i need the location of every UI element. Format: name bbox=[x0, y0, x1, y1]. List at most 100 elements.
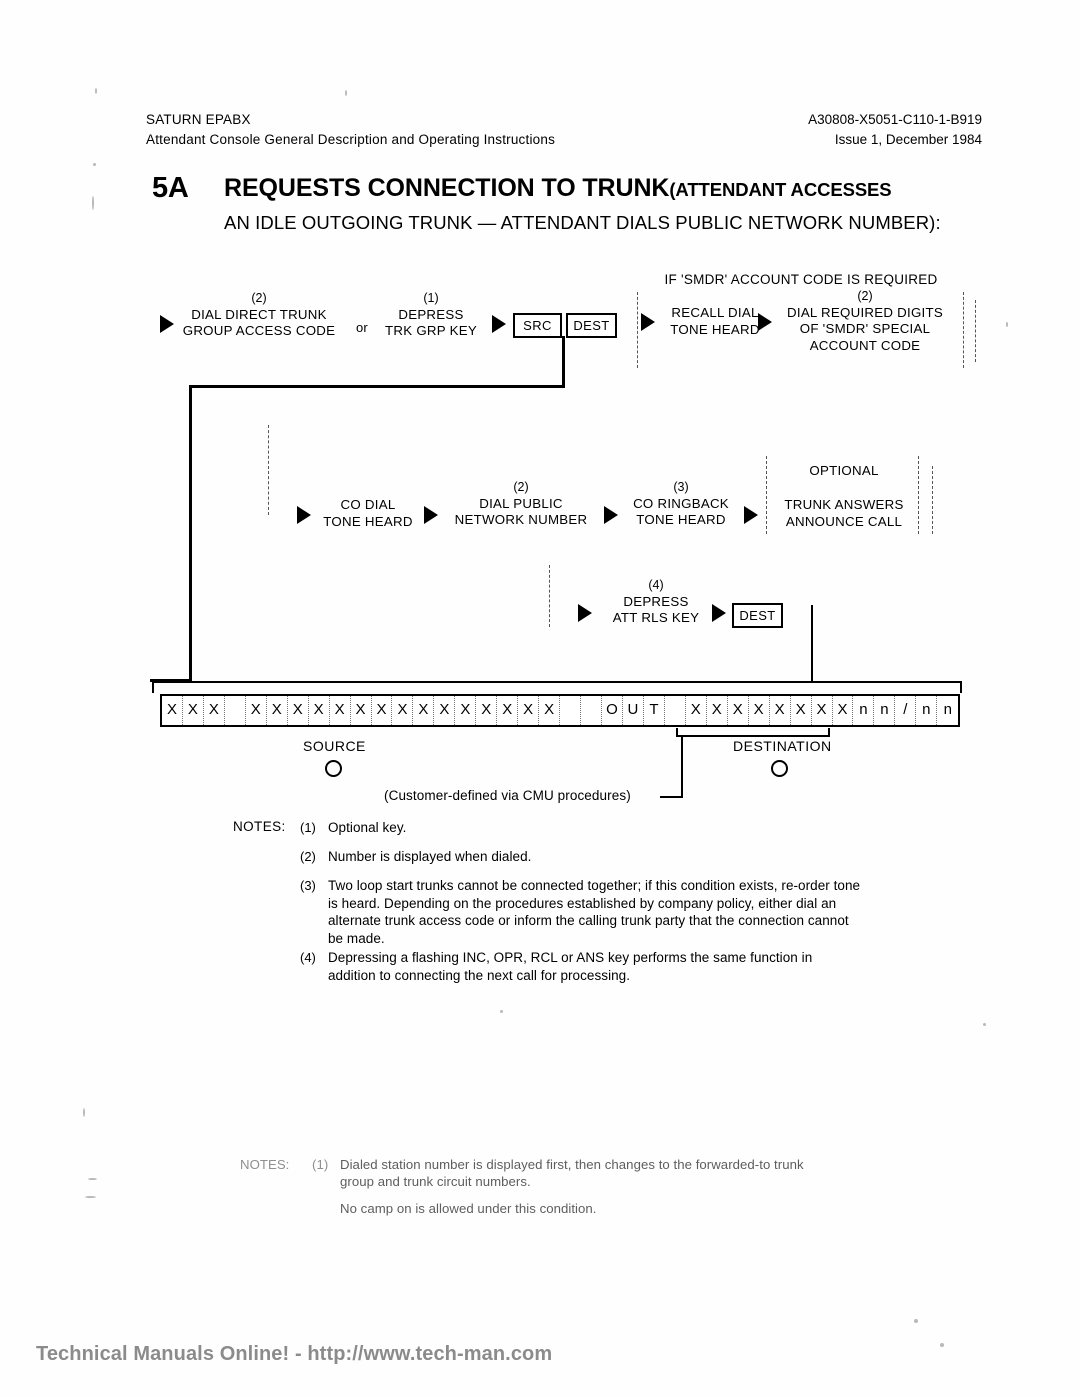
scan-speck bbox=[85, 1196, 96, 1198]
arrow-marker-co-ringback bbox=[604, 506, 618, 524]
step-dial-smdr-digits: (2) DIAL REQUIRED DIGITS OF 'SMDR' SPECI… bbox=[774, 288, 956, 354]
section-number: 5A bbox=[152, 172, 189, 204]
display-cell: X bbox=[288, 696, 309, 725]
connector-dest-down bbox=[562, 336, 565, 388]
step-co-dial-tone: CO DIAL TONE HEARD bbox=[313, 497, 423, 530]
ghost-notes-line1: Dialed station number is displayed first… bbox=[340, 1157, 804, 1172]
display-cell: T bbox=[644, 696, 665, 725]
header-document-number: A30808-X5051-C110-1-B919 bbox=[808, 112, 982, 127]
footer-watermark: Technical Manuals Online! - http://www.t… bbox=[36, 1343, 553, 1365]
display-cell bbox=[581, 696, 603, 725]
header-issue-date: Issue 1, December 1984 bbox=[834, 132, 982, 147]
step-att-rls-note: (4) bbox=[648, 578, 664, 592]
step-co-ringback-line2: TONE HEARD bbox=[636, 512, 726, 527]
step-smdr-digits-note: (2) bbox=[857, 289, 873, 303]
scan-speck bbox=[95, 88, 97, 94]
display-cell: X bbox=[372, 696, 393, 725]
note-text-4: Depressing a flashing INC, OPR, RCL or A… bbox=[328, 950, 813, 983]
step-co-dial-line1: CO DIAL bbox=[340, 497, 396, 512]
key-dest[interactable]: DEST bbox=[566, 313, 617, 338]
cmu-bracket-leader bbox=[660, 796, 683, 798]
display-cell: X bbox=[770, 696, 791, 725]
scan-speck bbox=[93, 163, 96, 166]
connector-down-to-display bbox=[189, 385, 192, 682]
step-recall-dial-tone: RECALL DIAL TONE HEARD bbox=[657, 305, 773, 338]
note-number-1: (1) bbox=[300, 820, 316, 835]
row2-divider-optional-right bbox=[918, 456, 919, 534]
row2-divider-left bbox=[268, 425, 269, 515]
step-dial-direct-trunk-note: (2) bbox=[251, 291, 267, 305]
page-title: REQUESTS CONNECTION TO TRUNK(ATTENDANT A… bbox=[224, 174, 892, 203]
step-recall-dial-line1: RECALL DIAL bbox=[671, 305, 759, 320]
arrow-marker-trunk-answers bbox=[744, 506, 758, 524]
display-cell: n bbox=[853, 696, 875, 725]
page-subtitle: AN IDLE OUTGOING TRUNK — ATTENDANT DIALS… bbox=[224, 212, 941, 233]
connector-dest-left bbox=[189, 385, 565, 388]
source-label: SOURCE bbox=[303, 738, 366, 754]
destination-label: DESTINATION bbox=[733, 738, 832, 754]
scan-speck bbox=[92, 196, 94, 210]
smdr-condition-header: IF 'SMDR' ACCOUNT CODE IS REQUIRED bbox=[664, 272, 938, 287]
optional-header: OPTIONAL bbox=[809, 463, 879, 478]
smdr-divider-left bbox=[637, 292, 638, 368]
ghost-notes-number: (1) bbox=[312, 1157, 329, 1172]
arrow-marker-recall-dial bbox=[641, 313, 655, 331]
header-left: SATURN EPABX Attendant Console General D… bbox=[146, 110, 555, 150]
display-cell: U bbox=[623, 696, 644, 725]
step-smdr-digits-line1: DIAL REQUIRED DIGITS bbox=[787, 304, 943, 320]
step-trunk-answers-line1: TRUNK ANSWERS bbox=[784, 497, 904, 512]
arrow-marker-co-dial bbox=[297, 506, 311, 524]
step-smdr-digits-line3: ACCOUNT CODE bbox=[809, 337, 921, 353]
ghost-notes-line3: No camp on is allowed under this conditi… bbox=[340, 1201, 597, 1216]
step-dial-direct-trunk-line2: GROUP ACCESS CODE bbox=[182, 323, 336, 338]
display-cell bbox=[560, 696, 582, 725]
row2-divider-far-right bbox=[932, 466, 933, 534]
display-cell: X bbox=[476, 696, 498, 725]
step-dial-direct-trunk: (2) DIAL DIRECT TRUNK GROUP ACCESS CODE bbox=[173, 290, 345, 340]
display-cell: X bbox=[749, 696, 770, 725]
display-cell: / bbox=[895, 696, 917, 725]
step-co-ringback-note: (3) bbox=[673, 480, 689, 494]
key-src[interactable]: SRC bbox=[513, 313, 562, 338]
note-number-2: (2) bbox=[300, 849, 316, 864]
display-cell bbox=[665, 696, 686, 725]
or-connector: or bbox=[356, 320, 368, 335]
display-cell: X bbox=[413, 696, 435, 725]
step-smdr-digits-line2: OF 'SMDR' SPECIAL bbox=[799, 321, 931, 336]
display-cell bbox=[225, 696, 246, 725]
note-text-3: Two loop start trunks cannot be connecte… bbox=[328, 878, 861, 946]
step-co-ringback-line1: CO RINGBACK bbox=[633, 495, 729, 511]
step-co-ringback-tone: (3) CO RINGBACK TONE HEARD bbox=[620, 479, 742, 529]
step-dial-public-note: (2) bbox=[513, 480, 529, 494]
step-dial-public-line1: DIAL PUBLIC bbox=[479, 495, 563, 511]
display-cell: X bbox=[707, 696, 728, 725]
step-trunk-answers-line2: ANNOUNCE CALL bbox=[785, 513, 903, 529]
display-cell: X bbox=[309, 696, 330, 725]
display-cell: O bbox=[602, 696, 623, 725]
destination-indicator-lamp bbox=[771, 760, 788, 777]
note-text-1: Optional key. bbox=[328, 820, 407, 835]
key-dest-release[interactable]: DEST bbox=[732, 603, 783, 628]
row2-divider-optional-left bbox=[766, 456, 767, 534]
step-dial-public-network: (2) DIAL PUBLIC NETWORK NUMBER bbox=[440, 479, 602, 529]
step-depress-trk-grp-key: (1) DEPRESS TRK GRP KEY bbox=[376, 290, 486, 340]
step-co-dial-line2: TONE HEARD bbox=[323, 513, 413, 529]
display-cell: X bbox=[791, 696, 812, 725]
scan-speck bbox=[83, 1108, 85, 1117]
ghost-notes-line2: group and trunk circuit numbers. bbox=[340, 1174, 531, 1189]
page-title-paren: (ATTENDANT ACCESSES bbox=[669, 179, 892, 200]
console-display-bar: X X X X X X X X X X X X X X X X X X O U T X X X X X X X Xn n / n n bbox=[160, 694, 960, 727]
arrow-marker-to-dest2 bbox=[712, 604, 726, 622]
display-cell: X bbox=[728, 696, 749, 725]
step-recall-dial-line2: TONE HEARD bbox=[670, 321, 760, 337]
display-cell: X bbox=[267, 696, 288, 725]
step-att-rls-line2: ATT RLS KEY bbox=[612, 610, 700, 625]
step-dial-direct-trunk-line1: DIAL DIRECT TRUNK bbox=[191, 306, 327, 322]
document-page: SATURN EPABX Attendant Console General D… bbox=[0, 0, 1080, 1397]
display-cell: X bbox=[351, 696, 372, 725]
display-cell: X bbox=[204, 696, 225, 725]
page-title-main: REQUESTS CONNECTION TO TRUNK bbox=[224, 174, 670, 202]
display-cell: X bbox=[392, 696, 414, 725]
arrow-marker-to-src-dest bbox=[492, 315, 506, 333]
step-dial-public-line2: NETWORK NUMBER bbox=[454, 512, 588, 527]
